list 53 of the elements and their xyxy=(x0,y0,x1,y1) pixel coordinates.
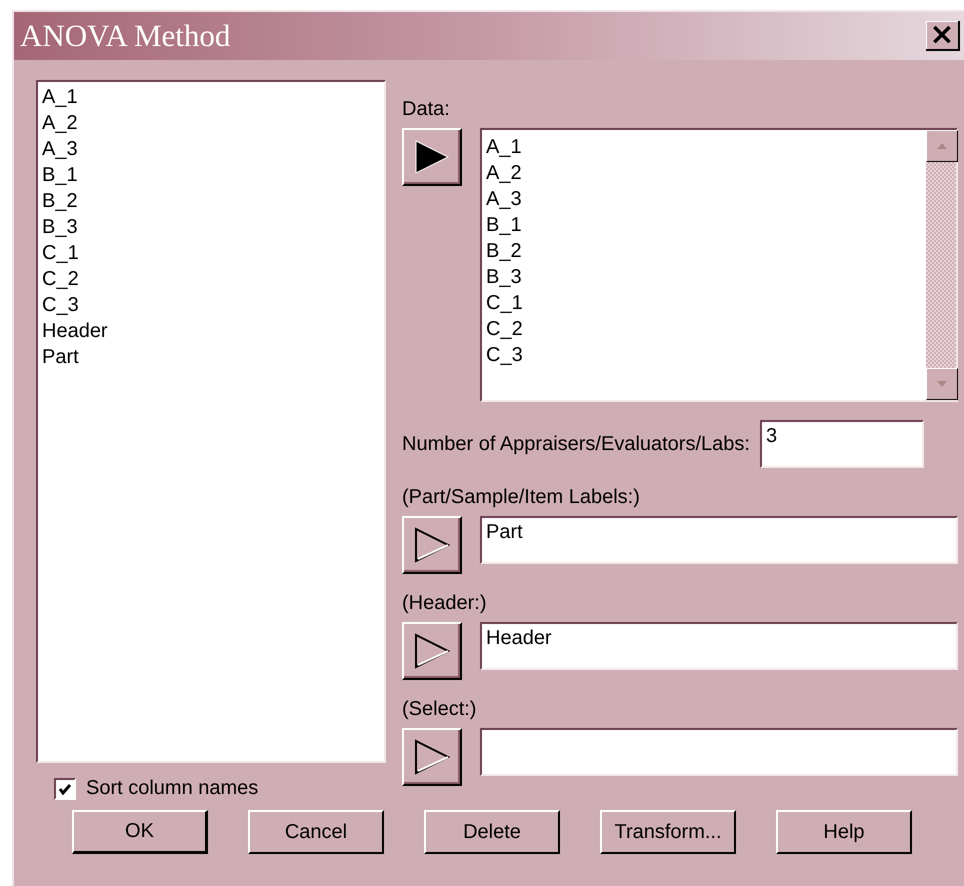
list-item[interactable]: A_2 xyxy=(486,160,522,186)
play-icon xyxy=(412,631,452,671)
list-item[interactable]: B_2 xyxy=(486,238,522,264)
checkbox-label: Sort column names xyxy=(86,777,258,800)
input-field[interactable]: Header xyxy=(480,622,958,670)
checkbox[interactable] xyxy=(54,778,76,800)
dialog-button[interactable]: Delete xyxy=(424,810,560,854)
add-arrow-button[interactable] xyxy=(402,728,462,786)
dialog-button[interactable]: Cancel xyxy=(248,810,384,854)
add-arrow-button[interactable] xyxy=(402,128,462,186)
list-item[interactable]: B_3 xyxy=(42,214,78,240)
list-item[interactable]: C_2 xyxy=(42,266,79,292)
field-label: (Part/Sample/Item Labels:) xyxy=(402,486,640,508)
scrollbar[interactable] xyxy=(926,130,956,400)
window-title: ANOVA Method xyxy=(20,18,230,54)
list-item[interactable]: C_2 xyxy=(486,316,523,342)
list-item[interactable]: B_1 xyxy=(486,212,522,238)
play-icon xyxy=(412,525,452,565)
column-list[interactable]: A_1 A_2 A_3 B_1 B_2 B_3 C_1 C_2 C_3 Header Part xyxy=(36,80,386,763)
list-item[interactable]: B_2 xyxy=(42,188,78,214)
close-button[interactable]: × xyxy=(926,21,960,51)
field-label: (Header:) xyxy=(402,592,486,614)
field-label: Data: xyxy=(402,98,450,120)
dialog-button[interactable]: OK xyxy=(72,810,208,854)
dialog-button[interactable]: Help xyxy=(776,810,912,854)
list-item[interactable]: Header xyxy=(42,318,108,344)
list-item[interactable]: A_1 xyxy=(42,84,78,110)
list-item[interactable]: C_1 xyxy=(42,240,79,266)
down-caret-icon xyxy=(936,380,948,388)
input-field[interactable]: 3 xyxy=(760,420,924,468)
field-label: (Select:) xyxy=(402,698,476,720)
data-list[interactable]: A_1 A_2 A_3 B_1 B_2 B_3 C_1 C_2 C_3 xyxy=(480,128,958,402)
add-arrow-button[interactable] xyxy=(402,516,462,574)
up-caret-icon xyxy=(936,142,948,150)
check-icon xyxy=(58,782,72,796)
input-field[interactable]: Part xyxy=(480,516,958,564)
list-item[interactable]: B_3 xyxy=(486,264,522,290)
list-item[interactable]: A_1 xyxy=(486,134,522,160)
list-item[interactable]: C_3 xyxy=(486,342,523,368)
list-item[interactable]: A_2 xyxy=(42,110,78,136)
list-item[interactable]: C_1 xyxy=(486,290,523,316)
field-label: Number of Appraisers/Evaluators/Labs: xyxy=(402,432,750,456)
list-item[interactable]: A_3 xyxy=(486,186,522,212)
play-icon xyxy=(412,737,452,777)
scroll-down-button[interactable] xyxy=(926,368,958,400)
list-item[interactable]: B_1 xyxy=(42,162,78,188)
dialog-button[interactable]: Transform... xyxy=(600,810,736,854)
list-item[interactable]: C_3 xyxy=(42,292,79,318)
list-item[interactable]: Part xyxy=(42,344,79,370)
add-arrow-button[interactable] xyxy=(402,622,462,680)
scroll-up-button[interactable] xyxy=(926,130,958,162)
input-field[interactable] xyxy=(480,728,958,776)
list-item[interactable]: A_3 xyxy=(42,136,78,162)
